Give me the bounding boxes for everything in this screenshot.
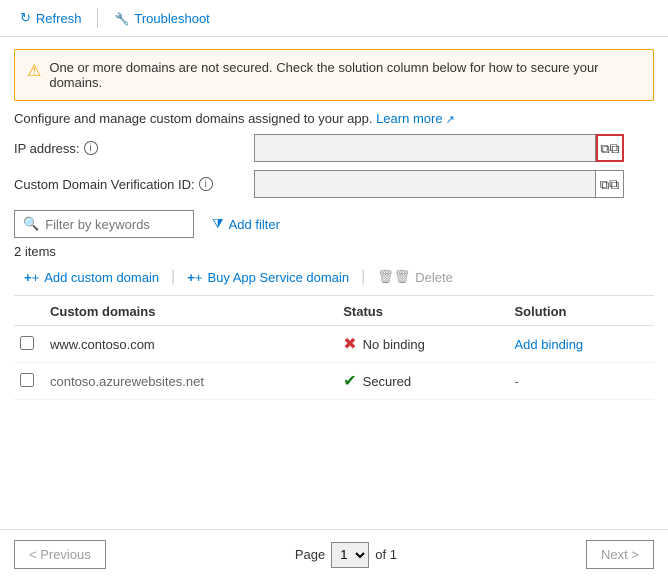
add-binding-link[interactable]: Add binding xyxy=(514,337,583,352)
refresh-label: Refresh xyxy=(36,11,82,26)
ok-icon: ✔ xyxy=(343,371,356,391)
domains-table: Custom domains Status Solution www.conto… xyxy=(14,296,654,400)
troubleshoot-button[interactable]: Troubleshoot xyxy=(106,7,217,30)
info-section: Configure and manage custom domains assi… xyxy=(14,111,654,126)
plus-icon: + xyxy=(24,270,39,285)
ip-address-input-wrapper: ⧉ xyxy=(254,134,624,162)
table-wrapper: Custom domains Status Solution www.conto… xyxy=(14,296,654,400)
wrench-icon xyxy=(114,11,129,26)
filter-input-wrapper: 🔍 xyxy=(14,210,194,238)
ip-address-info-icon[interactable]: i xyxy=(84,141,98,155)
th-solution: Solution xyxy=(504,296,654,326)
copy-icon-2: ⧉ xyxy=(600,176,619,193)
row1-status: ✖ No binding xyxy=(333,326,504,363)
action-bar: + Add custom domain | + Buy App Service … xyxy=(14,265,654,296)
row2-status: ✔ Secured xyxy=(333,363,504,400)
verification-id-input[interactable] xyxy=(254,170,596,198)
row2-solution: - xyxy=(504,363,654,400)
funnel-icon: ⧩ xyxy=(212,216,224,232)
footer-right: Next > xyxy=(586,540,654,569)
verification-id-copy-button[interactable]: ⧉ xyxy=(596,170,624,198)
row2-checkbox-cell xyxy=(14,363,40,400)
ip-address-copy-button[interactable]: ⧉ xyxy=(596,134,624,162)
refresh-button[interactable]: Refresh xyxy=(12,6,89,30)
troubleshoot-label: Troubleshoot xyxy=(134,11,209,26)
action-separator-2: | xyxy=(359,268,367,286)
ip-address-label: IP address: i xyxy=(14,141,254,156)
next-label: Next > xyxy=(601,547,639,562)
ip-address-input[interactable] xyxy=(254,134,596,162)
add-custom-domain-label: Add custom domain xyxy=(44,270,159,285)
page-select[interactable]: 1 xyxy=(331,542,369,568)
info-text: Configure and manage custom domains assi… xyxy=(14,111,372,126)
copy-icon: ⧉ xyxy=(600,140,619,157)
row1-checkbox[interactable] xyxy=(20,336,34,350)
delete-label: Delete xyxy=(415,270,453,285)
warning-banner: ⚠ One or more domains are not secured. C… xyxy=(14,49,654,101)
filter-row: 🔍 ⧩ Add filter xyxy=(14,210,654,238)
learn-more-label: Learn more xyxy=(376,111,442,126)
footer: < Previous Page 1 of 1 Next > xyxy=(0,529,668,579)
table-header-row: Custom domains Status Solution xyxy=(14,296,654,326)
verification-id-label: Custom Domain Verification ID: i xyxy=(14,177,254,192)
form-section: IP address: i ⧉ Custom Domain Verificati… xyxy=(14,134,654,198)
table-row: www.contoso.com ✖ No binding Add binding xyxy=(14,326,654,363)
filter-input[interactable] xyxy=(45,217,175,232)
refresh-icon xyxy=(20,10,31,26)
footer-left: < Previous xyxy=(14,540,106,569)
error-icon: ✖ xyxy=(343,334,356,354)
add-filter-label: Add filter xyxy=(229,217,280,232)
verification-id-info-icon[interactable]: i xyxy=(199,177,213,191)
row2-domain: contoso.azurewebsites.net xyxy=(40,363,333,400)
previous-button[interactable]: < Previous xyxy=(14,540,106,569)
search-icon: 🔍 xyxy=(23,216,39,232)
ip-address-row: IP address: i ⧉ xyxy=(14,134,654,162)
plus-icon-2: + xyxy=(187,270,202,285)
items-count: 2 items xyxy=(14,244,654,259)
buy-app-service-domain-button[interactable]: + Buy App Service domain xyxy=(177,266,359,289)
th-checkbox xyxy=(14,296,40,326)
action-separator-1: | xyxy=(169,268,177,286)
row1-solution: Add binding xyxy=(504,326,654,363)
delete-button[interactable]: 🗑 Delete xyxy=(367,265,463,289)
th-status: Status xyxy=(333,296,504,326)
row1-domain: www.contoso.com xyxy=(40,326,333,363)
buy-app-service-domain-label: Buy App Service domain xyxy=(207,270,349,285)
verification-id-input-wrapper: ⧉ xyxy=(254,170,624,198)
th-custom-domains: Custom domains xyxy=(40,296,333,326)
row2-checkbox[interactable] xyxy=(20,373,34,387)
learn-more-link[interactable]: Learn more xyxy=(376,111,455,126)
toolbar-separator xyxy=(97,8,98,28)
of-label: of 1 xyxy=(375,547,397,562)
warning-icon: ⚠ xyxy=(27,61,41,81)
external-link-icon xyxy=(443,111,455,126)
page-label: Page xyxy=(295,547,325,562)
row1-checkbox-cell xyxy=(14,326,40,363)
verification-id-row: Custom Domain Verification ID: i ⧉ xyxy=(14,170,654,198)
warning-text: One or more domains are not secured. Che… xyxy=(49,60,641,90)
add-filter-button[interactable]: ⧩ Add filter xyxy=(202,212,290,236)
footer-center: Page 1 of 1 xyxy=(295,542,397,568)
add-custom-domain-button[interactable]: + Add custom domain xyxy=(14,266,169,289)
trash-icon: 🗑 xyxy=(377,269,410,285)
next-button[interactable]: Next > xyxy=(586,540,654,569)
previous-label: < Previous xyxy=(29,547,91,562)
toolbar: Refresh Troubleshoot xyxy=(0,0,668,37)
table-row: contoso.azurewebsites.net ✔ Secured - xyxy=(14,363,654,400)
